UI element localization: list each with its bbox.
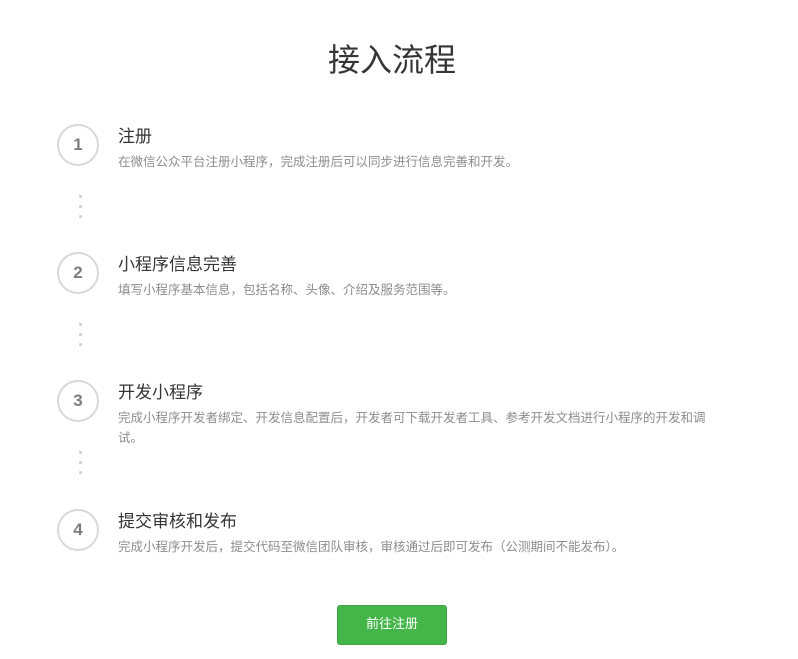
step-title: 注册 — [118, 127, 152, 147]
step-title: 小程序信息完善 — [118, 255, 237, 275]
step-connector-dots — [77, 323, 83, 353]
connector-dot — [78, 333, 82, 336]
step-title: 开发小程序 — [118, 383, 203, 403]
step-description: 完成小程序开发者绑定、开发信息配置后，开发者可下载开发者工具、参考开发文档进行小… — [118, 410, 706, 445]
step-connector-dots — [77, 451, 83, 481]
connector-dot — [78, 343, 82, 346]
connector-dot — [78, 451, 82, 454]
step-connector-dots — [77, 195, 83, 225]
step-description: 填写小程序基本信息，包括名称、头像、介绍及服务范围等。 — [118, 282, 456, 297]
step-number-circle: 4 — [57, 509, 99, 551]
connector-dot — [78, 205, 82, 208]
register-button[interactable]: 前往注册 — [337, 605, 447, 645]
step-number-circle: 1 — [57, 124, 99, 166]
connector-dot — [78, 195, 82, 198]
connector-dot — [78, 471, 82, 474]
page-title: 接入流程 — [327, 41, 456, 79]
connector-dot — [78, 461, 82, 464]
step-title: 提交审核和发布 — [118, 512, 237, 532]
step-description: 在微信公众平台注册小程序，完成注册后可以同步进行信息完善和开发。 — [118, 154, 519, 169]
step-description: 完成小程序开发后，提交代码至微信团队审核，审核通过后即可发布（公测期间不能发布）… — [118, 539, 625, 554]
step-number-circle: 3 — [57, 380, 99, 422]
connector-dot — [78, 323, 82, 326]
connector-dot — [78, 215, 82, 218]
step-number-circle: 2 — [57, 252, 99, 294]
